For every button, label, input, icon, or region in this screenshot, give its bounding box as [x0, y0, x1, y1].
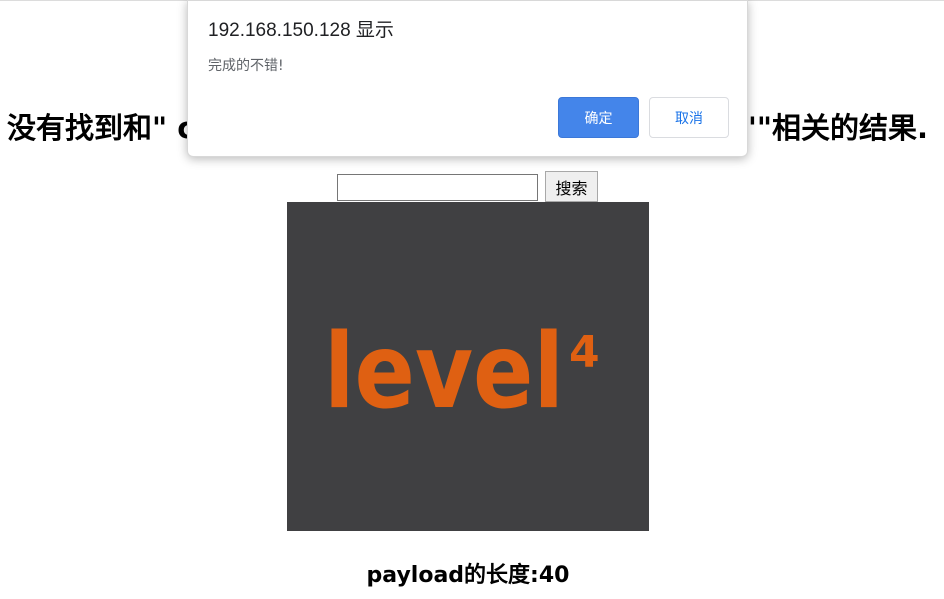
alert-message: 完成的不错!: [208, 58, 284, 74]
logo-word: level: [324, 312, 564, 432]
result-heading-left: 没有找到和" c: [7, 111, 195, 145]
level-logo-image: level 4: [287, 202, 649, 531]
alert-ok-button[interactable]: 确定: [558, 97, 639, 138]
alert-cancel-button[interactable]: 取消: [649, 97, 729, 138]
level-logo-graphic: level 4: [287, 202, 649, 531]
logo-superscript: 4: [569, 327, 600, 378]
alert-dialog: 192.168.150.128 显示 完成的不错! 确定 取消: [187, 0, 748, 157]
result-heading-right: ""相关的结果.: [741, 111, 928, 145]
search-input[interactable]: [337, 174, 538, 201]
payload-length: payload的长度:40: [366, 563, 570, 588]
alert-origin: 192.168.150.128 显示: [208, 20, 394, 41]
search-button[interactable]: 搜索: [545, 171, 598, 202]
